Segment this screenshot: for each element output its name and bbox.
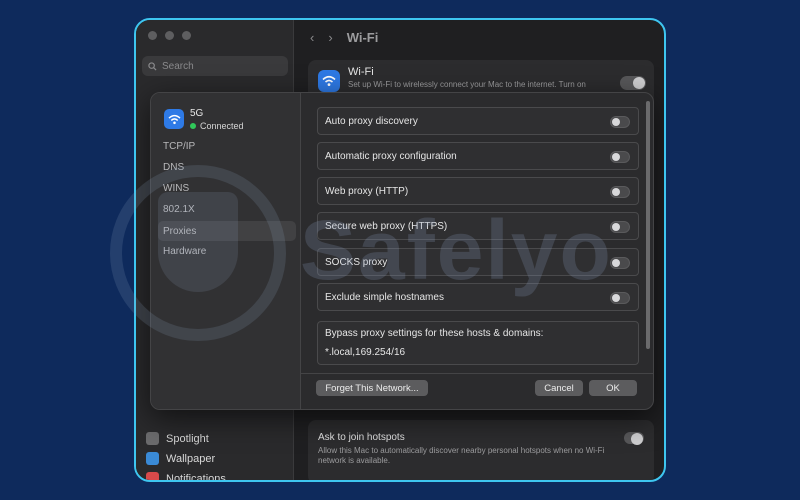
window-controls	[148, 31, 191, 40]
chevron-right-icon[interactable]: ›	[328, 30, 332, 45]
sidebar-item-label: Spotlight	[166, 432, 209, 445]
search-icon	[148, 61, 157, 71]
connected-status-dot	[190, 123, 196, 129]
close-window-button[interactable]	[148, 31, 157, 40]
sheet-footer-divider	[301, 373, 653, 374]
socks-proxy-toggle[interactable]	[610, 257, 630, 269]
wifi-toggle[interactable]	[620, 76, 646, 90]
wifi-row-title: Wi-Fi	[348, 66, 374, 78]
proxy-option-label: Automatic proxy configuration	[325, 150, 457, 162]
notifications-icon	[146, 472, 159, 480]
network-name: 5G	[190, 108, 204, 119]
proxy-option-label: Auto proxy discovery	[325, 115, 418, 127]
bypass-proxy-field[interactable]: Bypass proxy settings for these hosts & …	[317, 321, 639, 365]
spotlight-icon	[146, 432, 159, 445]
proxy-option-auto-config: Automatic proxy configuration	[317, 142, 639, 170]
hotspot-row-title: Ask to join hotspots	[318, 432, 405, 443]
sidebar-item-spotlight[interactable]: Spotlight	[146, 432, 209, 445]
exclude-simple-hostnames-toggle[interactable]	[610, 292, 630, 304]
search-input[interactable]: Search	[142, 56, 288, 76]
web-proxy-http-toggle[interactable]	[610, 186, 630, 198]
bypass-proxy-value[interactable]: *.local,169.254/16	[325, 347, 405, 358]
auto-proxy-discovery-toggle[interactable]	[610, 116, 630, 128]
proxy-option-auto-discovery: Auto proxy discovery	[317, 107, 639, 135]
network-status: Connected	[190, 121, 244, 131]
forget-network-button[interactable]: Forget This Network...	[316, 380, 428, 396]
hotspot-row-description: Allow this Mac to automatically discover…	[318, 446, 605, 465]
wifi-icon	[164, 109, 184, 129]
watermark-text: Safelyo	[300, 203, 613, 297]
watermark-shield-icon	[158, 192, 238, 292]
tab-tcp-ip[interactable]: TCP/IP	[163, 141, 195, 152]
proxy-option-label: Web proxy (HTTP)	[325, 185, 409, 197]
network-status-label: Connected	[200, 121, 244, 131]
search-placeholder: Search	[162, 60, 194, 72]
bypass-proxy-label: Bypass proxy settings for these hosts & …	[325, 328, 544, 339]
sidebar-item-wallpaper[interactable]: Wallpaper	[146, 452, 215, 465]
sidebar-item-label: Wallpaper	[166, 452, 216, 465]
minimize-window-button[interactable]	[165, 31, 174, 40]
proxy-option-web-http: Web proxy (HTTP)	[317, 177, 639, 205]
zoom-window-button[interactable]	[182, 31, 191, 40]
hotspot-toggle[interactable]	[624, 432, 644, 445]
chevron-left-icon[interactable]: ‹	[310, 30, 314, 45]
wallpaper-icon	[146, 452, 159, 465]
ok-button[interactable]: OK	[589, 380, 637, 396]
wifi-icon	[318, 70, 340, 92]
sidebar-item-label: Notifications	[166, 472, 226, 482]
page-title: Wi-Fi	[346, 29, 379, 45]
automatic-proxy-configuration-toggle[interactable]	[610, 151, 630, 163]
sidebar-item-notifications[interactable]: Notifications	[146, 472, 226, 482]
secure-web-proxy-https-toggle[interactable]	[610, 221, 630, 233]
settings-toolbar: ‹ › Wi-Fi	[294, 20, 664, 54]
panel-scrollbar[interactable]	[646, 101, 650, 349]
hotspot-setting-row: Ask to join hotspots Allow this Mac to a…	[308, 420, 654, 480]
cancel-button[interactable]: Cancel	[535, 380, 583, 396]
wifi-row-description: Set up Wi-Fi to wirelessly connect your …	[348, 80, 586, 91]
